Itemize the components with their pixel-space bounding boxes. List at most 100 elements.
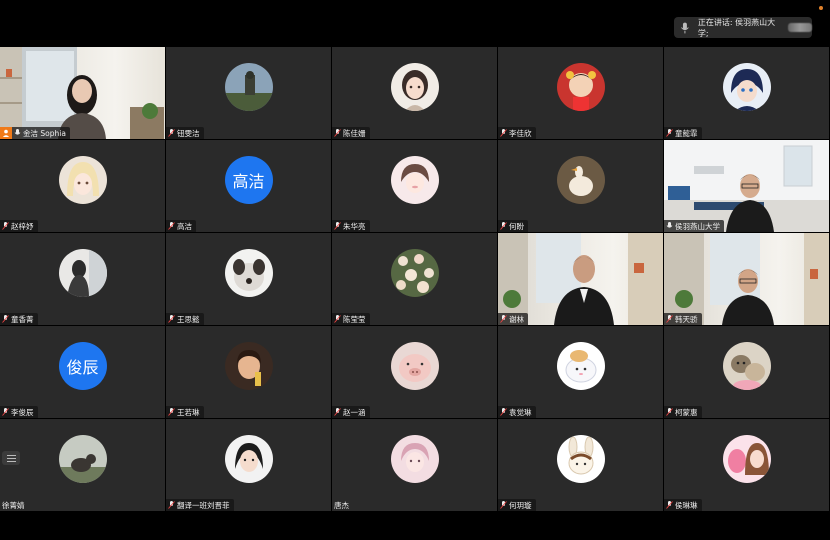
recording-dot — [819, 6, 823, 10]
participant-name: 袁觉琳 — [509, 407, 532, 417]
participant-tile[interactable]: 赵梓妤 — [0, 140, 165, 232]
participant-name: 何盼 — [509, 221, 524, 231]
participant-tile[interactable]: 童香菁 — [0, 233, 165, 325]
profile-picture — [224, 342, 273, 391]
microphone-muted-icon — [168, 129, 175, 137]
blurred-name — [788, 23, 813, 32]
participant-name-bar: 钮雯洁 — [166, 127, 204, 139]
microphone-muted-icon — [500, 408, 507, 416]
participant-name-bar: 韩天骄 — [664, 313, 702, 325]
microphone-muted-icon — [168, 408, 175, 416]
profile-picture — [722, 63, 771, 112]
participant-name: 何玥璇 — [509, 500, 532, 510]
list-menu-button[interactable] — [2, 451, 20, 465]
participant-name: 柯蒙惠 — [675, 407, 698, 417]
participant-name-bar: 高洁 — [166, 220, 196, 232]
participant-name: 侯琳琳 — [675, 500, 698, 510]
participant-tile[interactable]: 俊辰 李俊辰 — [0, 326, 165, 418]
profile-picture — [390, 63, 439, 112]
participant-name-bar: 陈佳姗 — [332, 127, 370, 139]
microphone-muted-icon — [168, 222, 175, 230]
microphone-muted-icon — [334, 222, 341, 230]
gallery-grid: 金洁 Sophia 钮雯洁 陈佳姗 李佳欣 童懿霏 赵梓妤 高洁 高洁 朱华亮 … — [0, 47, 829, 511]
microphone-muted-icon — [500, 315, 507, 323]
profile-picture — [58, 435, 107, 484]
participant-name: 朱华亮 — [343, 221, 366, 231]
participant-tile[interactable]: 袁觉琳 — [498, 326, 663, 418]
participant-tile[interactable]: 唐杰 — [332, 419, 497, 511]
participant-name: 赵一涵 — [343, 407, 366, 417]
profile-picture — [722, 435, 771, 484]
participant-name: 王思懿 — [177, 314, 200, 324]
participant-tile[interactable]: 陈佳姗 — [332, 47, 497, 139]
participant-name: 童懿霏 — [675, 128, 698, 138]
participant-tile[interactable]: 侯琳琳 — [664, 419, 829, 511]
participant-tile[interactable]: 王思懿 — [166, 233, 331, 325]
microphone-muted-icon — [2, 222, 9, 230]
profile-picture — [556, 435, 605, 484]
participant-name: 陈莹莹 — [343, 314, 366, 324]
participant-name-bar: 袁觉琳 — [498, 406, 536, 418]
participant-name: 陈佳姗 — [343, 128, 366, 138]
participant-tile[interactable]: 陈莹莹 — [332, 233, 497, 325]
participant-name: 赵梓妤 — [11, 221, 34, 231]
participant-tile[interactable]: 徐菁婧 — [0, 419, 165, 511]
microphone-muted-icon — [666, 129, 673, 137]
microphone-muted-icon — [168, 315, 175, 323]
participant-name-bar: 童懿霏 — [664, 127, 702, 139]
microphone-muted-icon — [334, 129, 341, 137]
microphone-muted-icon — [2, 408, 9, 416]
participant-tile[interactable]: 韩天骄 — [664, 233, 829, 325]
profile-picture — [722, 342, 771, 391]
participant-tile[interactable]: 钮雯洁 — [166, 47, 331, 139]
participant-name-bar: 朱华亮 — [332, 220, 370, 232]
participant-name-bar: 谢林 — [498, 313, 528, 325]
profile-picture — [224, 249, 273, 298]
participant-name: 高洁 — [177, 221, 192, 231]
participant-name-bar: 王若琳 — [166, 406, 204, 418]
participant-name-bar: 侯琳琳 — [664, 499, 702, 511]
participant-name-bar: 陈莹莹 — [332, 313, 370, 325]
participant-name: 钮雯洁 — [177, 128, 200, 138]
profile-picture — [556, 156, 605, 205]
profile-picture — [556, 342, 605, 391]
participant-name: 唐杰 — [334, 500, 349, 510]
participant-name-bar: 徐菁婧 — [0, 499, 29, 511]
participant-name: 韩天骄 — [675, 314, 698, 324]
microphone-muted-icon — [500, 222, 507, 230]
participant-tile[interactable]: 何盼 — [498, 140, 663, 232]
profile-picture — [58, 156, 107, 205]
participant-name: 谢林 — [509, 314, 524, 324]
participant-tile[interactable]: 金洁 Sophia — [0, 47, 165, 139]
participant-video — [498, 233, 663, 325]
participant-name-bar: 唐杰 — [332, 499, 353, 511]
participant-tile[interactable]: 朱华亮 — [332, 140, 497, 232]
participant-tile[interactable]: 谢林 — [498, 233, 663, 325]
participant-tile[interactable]: 赵一涵 — [332, 326, 497, 418]
participant-tile[interactable]: 翻译一班刘晋菲 — [166, 419, 331, 511]
participant-tile[interactable]: 王若琳 — [166, 326, 331, 418]
participant-tile-active-speaker[interactable]: 侯羽燕山大学 — [664, 140, 829, 232]
profile-picture — [390, 249, 439, 298]
participant-name: 徐菁婧 — [2, 500, 25, 510]
participant-tile[interactable]: 李佳欣 — [498, 47, 663, 139]
participant-name: 侯羽燕山大学 — [675, 221, 720, 231]
participant-tile[interactable]: 童懿霏 — [664, 47, 829, 139]
initials-avatar: 高洁 — [224, 156, 273, 205]
microphone-muted-icon — [666, 501, 673, 509]
participant-video — [664, 233, 829, 325]
participant-name: 翻译一班刘晋菲 — [177, 500, 230, 510]
participant-name-bar: 何盼 — [498, 220, 528, 232]
participant-tile[interactable]: 柯蒙惠 — [664, 326, 829, 418]
microphone-icon — [14, 129, 21, 135]
microphone-muted-icon — [666, 408, 673, 416]
active-speaker-indicator: 正在讲话: 侯羽燕山大学; — [674, 17, 813, 38]
participant-tile[interactable]: 高洁 高洁 — [166, 140, 331, 232]
initials-avatar: 俊辰 — [58, 342, 107, 391]
participant-name: 王若琳 — [177, 407, 200, 417]
microphone-muted-icon — [500, 501, 507, 509]
participant-tile[interactable]: 何玥璇 — [498, 419, 663, 511]
microphone-muted-icon — [666, 315, 673, 323]
participant-name-bar: 何玥璇 — [498, 499, 536, 511]
participant-name-bar: 翻译一班刘晋菲 — [166, 499, 234, 511]
